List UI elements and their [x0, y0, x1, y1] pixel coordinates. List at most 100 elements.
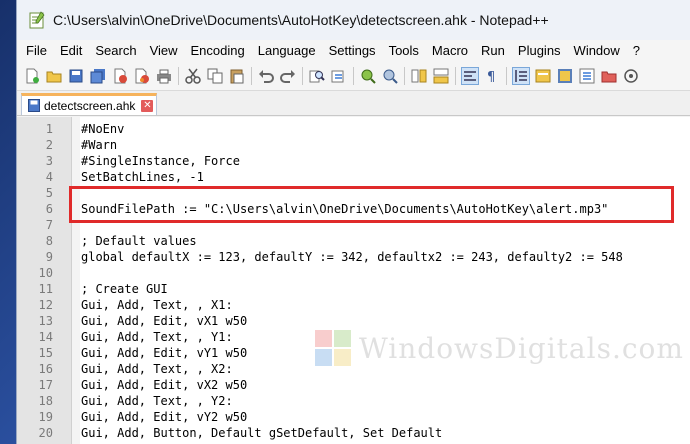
monitor-icon[interactable]	[623, 68, 639, 84]
window-title: C:\Users\alvin\OneDrive\Documents\AutoHo…	[53, 12, 549, 28]
code-line[interactable]: 2 #Warn	[17, 137, 690, 153]
menu-bar: File Edit Search View Encoding Language …	[17, 40, 690, 62]
watermark-text: WindowsDigitals.com	[359, 331, 684, 365]
undo-icon[interactable]	[258, 68, 274, 84]
code-line[interactable]: 12 Gui, Add, Text, , X1:	[17, 297, 690, 313]
line-number: 14	[38, 330, 53, 344]
code-text: global defaultX := 123, defaultY := 342,…	[81, 250, 623, 264]
folder-workspace-icon[interactable]	[601, 68, 617, 84]
code-text: #SingleInstance, Force	[81, 154, 240, 168]
code-text: ; Create GUI	[81, 282, 168, 296]
toolbar-separator	[302, 67, 303, 85]
line-number: 1	[45, 122, 53, 136]
redo-icon[interactable]	[280, 68, 296, 84]
code-text: Gui, Add, Button, Default gSetDefault, S…	[81, 426, 443, 440]
code-text: Gui, Add, Edit, vY1 w50	[81, 346, 248, 360]
code-line[interactable]: 11 ; Create GUI	[17, 281, 690, 297]
word-wrap-icon[interactable]	[461, 67, 479, 85]
line-number: 7	[45, 218, 53, 232]
line-number: 19	[38, 410, 53, 424]
highlight-box	[69, 186, 674, 223]
toolbar-separator	[506, 67, 507, 85]
copy-icon[interactable]	[207, 68, 223, 84]
show-all-chars-icon[interactable]: ¶	[484, 68, 500, 84]
code-text: #NoEnv	[81, 122, 125, 136]
line-number: 11	[38, 282, 53, 296]
code-text: SetBatchLines, -1	[81, 170, 204, 184]
code-line[interactable]: 10	[17, 265, 690, 281]
menu-tools[interactable]: Tools	[384, 40, 427, 62]
indent-guide-icon[interactable]	[512, 67, 530, 85]
line-number: 16	[38, 362, 53, 376]
sync-horizontal-icon[interactable]	[433, 68, 449, 84]
tab-bar: detectscreen.ahk ✕	[17, 91, 690, 116]
user-language-icon[interactable]	[535, 68, 551, 84]
zoom-out-icon[interactable]	[382, 68, 398, 84]
sync-vertical-icon[interactable]	[411, 68, 427, 84]
line-number: 17	[38, 378, 53, 392]
line-number: 12	[38, 298, 53, 312]
line-number: 10	[38, 266, 53, 280]
line-number: 2	[45, 138, 53, 152]
code-line[interactable]: 1 #NoEnv	[17, 121, 690, 137]
code-line[interactable]: 8 ; Default values	[17, 233, 690, 249]
code-text: Gui, Add, Edit, vX2 w50	[81, 378, 248, 392]
toolbar-separator	[404, 67, 405, 85]
line-number: 4	[45, 170, 53, 184]
title-bar[interactable]: C:\Users\alvin\OneDrive\Documents\AutoHo…	[17, 0, 690, 40]
new-file-icon[interactable]	[24, 68, 40, 84]
notepadpp-window: C:\Users\alvin\OneDrive\Documents\AutoHo…	[16, 0, 690, 444]
menu-file[interactable]: File	[21, 40, 55, 62]
menu-view[interactable]: View	[145, 40, 186, 62]
code-text: Gui, Add, Text, , X2:	[81, 362, 233, 376]
code-text: ; Default values	[81, 234, 197, 248]
saved-file-icon	[28, 99, 40, 112]
print-icon[interactable]	[156, 68, 172, 84]
line-number: 8	[45, 234, 53, 248]
zoom-in-icon[interactable]	[360, 68, 376, 84]
menu-search[interactable]: Search	[90, 40, 144, 62]
toolbar-separator	[353, 67, 354, 85]
line-number: 13	[38, 314, 53, 328]
menu-edit[interactable]: Edit	[55, 40, 90, 62]
code-line[interactable]: 20 Gui, Add, Button, Default gSetDefault,…	[17, 425, 690, 441]
menu-help[interactable]: ?	[628, 40, 648, 62]
save-icon[interactable]	[68, 68, 84, 84]
close-all-icon[interactable]	[134, 68, 150, 84]
code-line[interactable]: 19 Gui, Add, Edit, vY2 w50	[17, 409, 690, 425]
open-file-icon[interactable]	[46, 68, 62, 84]
function-list-icon[interactable]	[579, 68, 595, 84]
close-icon[interactable]	[112, 68, 128, 84]
code-editor[interactable]: 1 #NoEnv 2 #Warn 3 #SingleInstance, Force 4 Set…	[17, 117, 690, 444]
tab-detectscreen[interactable]: detectscreen.ahk ✕	[21, 93, 157, 115]
menu-run[interactable]: Run	[476, 40, 513, 62]
toolbar-separator	[455, 67, 456, 85]
tab-close-icon[interactable]: ✕	[141, 99, 154, 112]
code-text: Gui, Add, Edit, vX1 w50	[81, 314, 248, 328]
code-line[interactable]: 17 Gui, Add, Edit, vX2 w50	[17, 377, 690, 393]
cut-icon[interactable]	[185, 68, 201, 84]
code-line[interactable]: 13 Gui, Add, Edit, vX1 w50	[17, 313, 690, 329]
menu-window[interactable]: Window	[569, 40, 628, 62]
paste-icon[interactable]	[229, 68, 245, 84]
code-text: Gui, Add, Edit, vY2 w50	[81, 410, 248, 424]
save-all-icon[interactable]	[90, 68, 106, 84]
code-line[interactable]: 9 global defaultX := 123, defaultY := 342…	[17, 249, 690, 265]
line-number: 5	[45, 186, 53, 200]
menu-language[interactable]: Language	[253, 40, 324, 62]
line-number: 9	[45, 250, 53, 264]
toolbar-separator	[178, 67, 179, 85]
code-line[interactable]: 18 Gui, Add, Text, , Y2:	[17, 393, 690, 409]
menu-encoding[interactable]: Encoding	[186, 40, 253, 62]
replace-icon[interactable]	[331, 68, 347, 84]
toolbar: ¶	[17, 62, 690, 91]
menu-macro[interactable]: Macro	[427, 40, 476, 62]
code-line[interactable]: 4 SetBatchLines, -1	[17, 169, 690, 185]
find-icon[interactable]	[309, 68, 325, 84]
document-map-icon[interactable]	[557, 68, 573, 84]
menu-settings[interactable]: Settings	[324, 40, 384, 62]
code-line[interactable]: 3 #SingleInstance, Force	[17, 153, 690, 169]
svg-text:¶: ¶	[487, 70, 495, 84]
menu-plugins[interactable]: Plugins	[513, 40, 569, 62]
notepadpp-app-icon	[29, 11, 45, 29]
